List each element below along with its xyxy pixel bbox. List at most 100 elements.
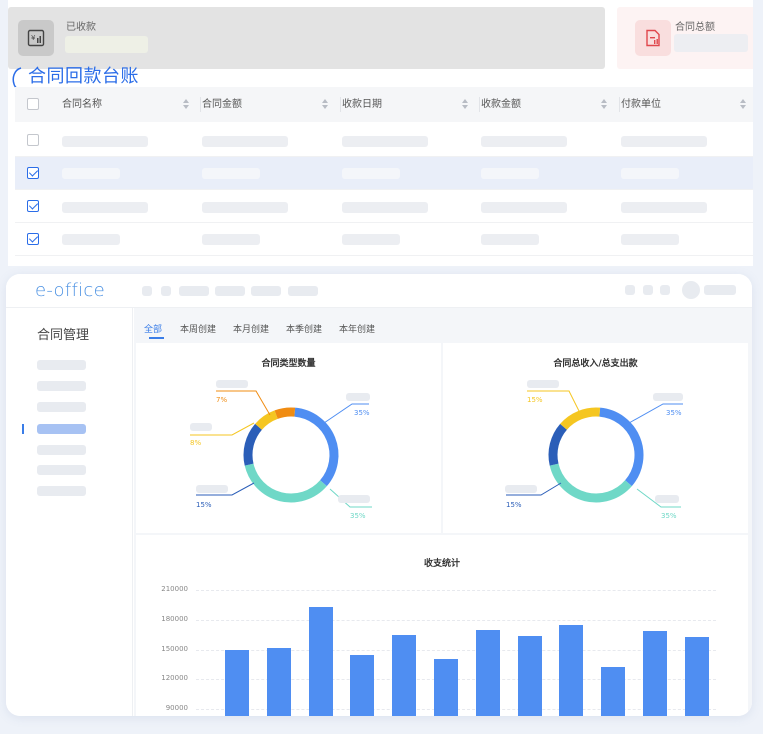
- select-all-checkbox[interactable]: [27, 98, 39, 110]
- toolbar-placeholder: [660, 285, 670, 295]
- sort-icon[interactable]: [740, 99, 746, 110]
- column-divider: [340, 97, 341, 112]
- slice-label: 35%: [666, 409, 682, 417]
- tab-this-week[interactable]: 本周创建: [180, 322, 216, 335]
- donut-slice[interactable]: [549, 463, 632, 503]
- bar[interactable]: [266, 647, 291, 716]
- column-header-received-amount[interactable]: 收款金额: [481, 87, 521, 122]
- active-tab-indicator: [149, 337, 164, 339]
- cell-placeholder: [481, 136, 567, 147]
- nav-placeholder: [179, 286, 209, 296]
- sort-icon[interactable]: [601, 99, 607, 110]
- y-axis-tick: 120000: [161, 674, 188, 683]
- column-header-amount[interactable]: 合同金额: [202, 87, 242, 122]
- bar[interactable]: [225, 649, 249, 716]
- row-checkbox[interactable]: [27, 233, 39, 245]
- sidebar-item[interactable]: [37, 445, 86, 455]
- nav-placeholder: [215, 286, 245, 296]
- bar[interactable]: [517, 635, 542, 716]
- bar[interactable]: [475, 629, 500, 716]
- donut-slice[interactable]: [243, 423, 263, 466]
- bar[interactable]: [643, 630, 667, 716]
- bar[interactable]: [392, 634, 417, 716]
- sidebar-item[interactable]: [37, 486, 86, 496]
- sort-icon[interactable]: [462, 99, 468, 110]
- cell-placeholder: [342, 168, 400, 179]
- gridline: [196, 590, 716, 591]
- sidebar-item[interactable]: [37, 381, 86, 391]
- row-checkbox[interactable]: [27, 200, 39, 212]
- bar[interactable]: [684, 636, 709, 716]
- donut-slice[interactable]: [244, 463, 327, 503]
- cell-placeholder: [342, 136, 428, 147]
- donut-slice[interactable]: [255, 410, 278, 430]
- eoffice-logo[interactable]: e-office: [35, 280, 105, 301]
- cell-placeholder: [202, 136, 288, 147]
- slice-label: 35%: [661, 512, 677, 520]
- table-row[interactable]: [15, 223, 753, 256]
- legend-placeholder: [653, 393, 683, 401]
- donut-chart: [506, 390, 683, 508]
- cell-placeholder: [202, 168, 260, 179]
- cell-placeholder: [202, 234, 260, 245]
- column-header-name[interactable]: 合同名称: [62, 87, 102, 122]
- contract-type-chart-panel: 合同类型数量 7% 8% 35% 15% 35%: [136, 343, 441, 533]
- sidebar-item[interactable]: [37, 360, 86, 370]
- table-row[interactable]: [15, 124, 753, 157]
- bar[interactable]: [308, 606, 333, 716]
- y-axis-tick: 210000: [161, 585, 188, 593]
- slice-label: 8%: [190, 439, 202, 447]
- cell-placeholder: [202, 202, 288, 213]
- row-checkbox[interactable]: [27, 134, 39, 146]
- sort-icon[interactable]: [322, 99, 328, 110]
- bar[interactable]: [601, 667, 626, 716]
- table-row[interactable]: [15, 157, 753, 190]
- nav-placeholder: [161, 286, 171, 296]
- donut-slice[interactable]: [560, 407, 601, 430]
- slice-label: 15%: [196, 501, 212, 509]
- legend-placeholder: [196, 485, 228, 493]
- legend-placeholder: [190, 423, 212, 431]
- tab-this-year[interactable]: 本年创建: [339, 322, 375, 335]
- y-axis-tick: 180000: [161, 614, 188, 623]
- income-expense-stats-panel: 收支统计 210000 180000 150000 120000 90000: [136, 535, 748, 716]
- sidebar-item[interactable]: [37, 465, 86, 475]
- ledger-title: 合同回款台账: [28, 66, 139, 87]
- column-header-date[interactable]: 收款日期: [342, 87, 382, 122]
- received-label: 已收款: [66, 22, 96, 33]
- sidebar: 合同管理: [6, 308, 133, 716]
- tab-this-month[interactable]: 本月创建: [233, 322, 269, 335]
- slice-label: 35%: [354, 409, 370, 417]
- tab-this-quarter[interactable]: 本季创建: [286, 322, 322, 335]
- gridline: [196, 619, 716, 621]
- donut-slice[interactable]: [599, 407, 644, 487]
- donut-slice[interactable]: [548, 423, 568, 466]
- slice-label: 15%: [506, 501, 522, 509]
- sidebar-title: 合同管理: [37, 328, 90, 343]
- donut-slice[interactable]: [274, 407, 296, 419]
- row-checkbox[interactable]: [27, 167, 39, 179]
- sort-icon[interactable]: [183, 99, 189, 110]
- cell-placeholder: [62, 168, 120, 179]
- toolbar-placeholder: [625, 285, 635, 295]
- bar[interactable]: [434, 659, 458, 716]
- tab-all[interactable]: 全部: [144, 322, 162, 335]
- column-divider: [479, 97, 480, 112]
- username-placeholder: [704, 285, 736, 295]
- sidebar-item[interactable]: [37, 402, 86, 412]
- donut-slice[interactable]: [294, 407, 339, 487]
- avatar[interactable]: [682, 281, 700, 299]
- slice-label: 35%: [350, 512, 366, 520]
- table-header: 合同名称 合同金额 收款日期 收款金额 付款单位: [15, 87, 753, 122]
- eoffice-window: e-office 合同管理 全部 本周创建 本月创建 本季创建 本年创建 合同类…: [6, 274, 752, 716]
- sidebar-active-indicator: [22, 424, 24, 434]
- cell-placeholder: [62, 136, 148, 147]
- contract-total-value-placeholder: [674, 34, 748, 52]
- sidebar-item-active[interactable]: [37, 424, 86, 434]
- cell-placeholder: [342, 202, 428, 213]
- cell-placeholder: [621, 234, 679, 245]
- bar[interactable]: [559, 624, 584, 716]
- column-header-payer[interactable]: 付款单位: [621, 87, 661, 122]
- table-row[interactable]: [15, 190, 753, 223]
- bar[interactable]: [350, 655, 375, 716]
